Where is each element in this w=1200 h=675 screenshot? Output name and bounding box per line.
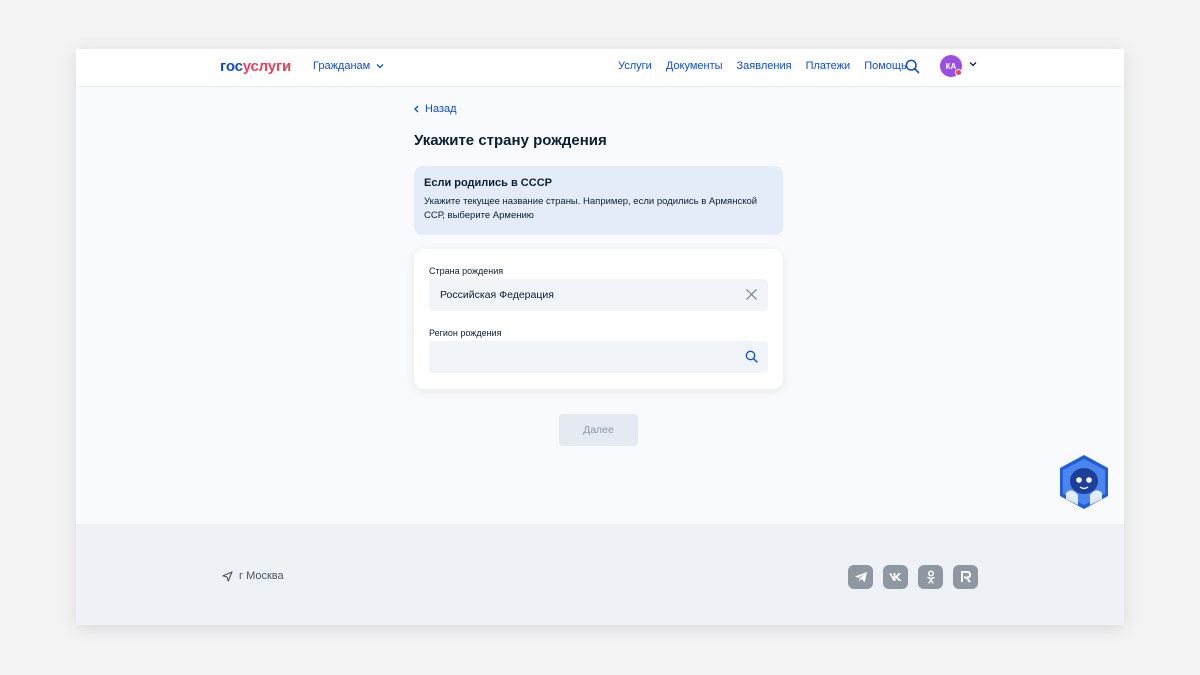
nav-payments[interactable]: Платежи <box>806 60 851 72</box>
chevron-down-icon <box>376 64 384 69</box>
chevron-down-icon[interactable] <box>969 60 977 68</box>
country-field-label: Страна рождения <box>429 266 504 276</box>
info-text: Укажите текущее название страны. Наприме… <box>424 196 758 221</box>
close-icon[interactable] <box>745 288 758 301</box>
footer: г Москва <box>76 524 1124 625</box>
browser-window: госуслуги Гражданам Услуги Документы Зая… <box>76 49 1124 625</box>
location-arrow-icon <box>222 570 233 582</box>
region-field-label: Регион рождения <box>429 328 502 338</box>
main-nav: Услуги Документы Заявления Платежи Помощ… <box>618 60 907 72</box>
telegram-icon[interactable] <box>848 565 873 589</box>
nav-applications[interactable]: Заявления <box>737 60 792 72</box>
next-button[interactable]: Далее <box>559 414 638 446</box>
country-field-value: Российская Федерация <box>440 289 554 301</box>
gosuslugi-logo[interactable]: госуслуги <box>220 58 291 76</box>
rutube-icon[interactable] <box>953 565 978 589</box>
form-card: Страна рождения Российская Федерация Рег… <box>414 249 783 389</box>
city-selector[interactable]: г Москва <box>222 570 284 582</box>
avatar-initials: КА <box>945 61 957 71</box>
robot-assistant-icon[interactable] <box>1056 453 1112 511</box>
chevron-left-icon <box>414 105 419 113</box>
next-button-label: Далее <box>583 424 614 436</box>
social-links <box>848 565 978 589</box>
country-field[interactable]: Российская Федерация <box>429 279 768 311</box>
vk-icon[interactable] <box>883 565 908 589</box>
citizens-label: Гражданам <box>313 60 371 72</box>
logo-part-1: гос <box>220 58 243 75</box>
search-icon[interactable] <box>745 350 758 363</box>
region-field[interactable] <box>429 341 768 373</box>
top-header: госуслуги Гражданам Услуги Документы Зая… <box>76 49 1124 87</box>
city-label: г Москва <box>239 570 284 582</box>
search-icon[interactable] <box>905 59 920 74</box>
page-title: Укажите страну рождения <box>414 132 607 149</box>
nav-help[interactable]: Помощь <box>864 60 907 72</box>
nav-services[interactable]: Услуги <box>618 60 652 72</box>
citizens-dropdown[interactable]: Гражданам <box>313 60 384 72</box>
logo-part-2: услуги <box>242 58 292 75</box>
info-title: Если родились в СССР <box>424 177 552 189</box>
nav-documents[interactable]: Документы <box>666 60 723 72</box>
info-block: Если родились в СССР Укажите текущее наз… <box>414 166 783 235</box>
back-link[interactable]: Назад <box>414 103 457 115</box>
odnoklassniki-icon[interactable] <box>918 565 943 589</box>
back-label: Назад <box>425 103 457 115</box>
notification-dot <box>955 69 962 76</box>
